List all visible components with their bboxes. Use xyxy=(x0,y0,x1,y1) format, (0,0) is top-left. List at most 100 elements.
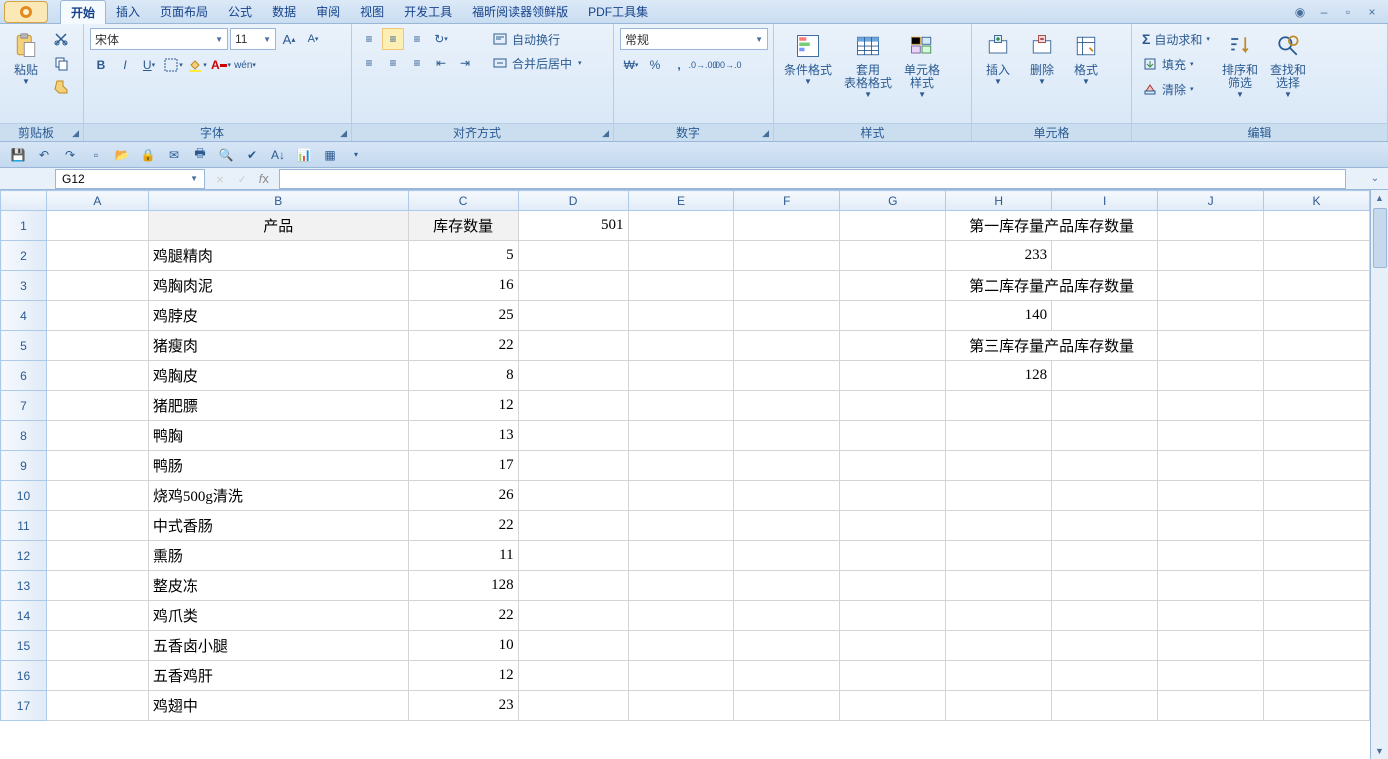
cell-B11[interactable]: 中式香肠 xyxy=(148,511,408,541)
cell-E2[interactable] xyxy=(628,241,734,271)
col-header-E[interactable]: E xyxy=(628,191,734,211)
cell-E16[interactable] xyxy=(628,661,734,691)
cell-B17[interactable]: 鸡翅中 xyxy=(148,691,408,721)
cell-F17[interactable] xyxy=(734,691,840,721)
row-header-12[interactable]: 12 xyxy=(1,541,47,571)
name-box[interactable]: G12▼ xyxy=(55,169,205,189)
cell-E11[interactable] xyxy=(628,511,734,541)
cell-grid[interactable]: ABCDEFGHIJK 1产品库存数量501第一库存量产品库存数量2鸡腿精肉52… xyxy=(0,190,1370,721)
increase-indent-icon[interactable]: ⇥ xyxy=(454,52,476,74)
cell-K16[interactable] xyxy=(1264,661,1370,691)
cell-K17[interactable] xyxy=(1264,691,1370,721)
cell-G17[interactable] xyxy=(840,691,946,721)
cell-I12[interactable] xyxy=(1052,541,1158,571)
cell-A5[interactable] xyxy=(46,331,148,361)
cell-G3[interactable] xyxy=(840,271,946,301)
cell-H7[interactable] xyxy=(946,391,1052,421)
cell-D5[interactable] xyxy=(518,331,628,361)
align-right-icon[interactable]: ≡ xyxy=(406,52,428,74)
tab-4[interactable]: 数据 xyxy=(262,0,306,24)
dialog-launcher-icon[interactable]: ◢ xyxy=(602,124,609,142)
cell-H9[interactable] xyxy=(946,451,1052,481)
cell-G8[interactable] xyxy=(840,421,946,451)
cell-I17[interactable] xyxy=(1052,691,1158,721)
comma-icon[interactable]: , xyxy=(668,54,690,76)
cell-I8[interactable] xyxy=(1052,421,1158,451)
cell-D14[interactable] xyxy=(518,601,628,631)
cell-D16[interactable] xyxy=(518,661,628,691)
cell-C12[interactable]: 11 xyxy=(408,541,518,571)
cell-E1[interactable] xyxy=(628,211,734,241)
cell-F13[interactable] xyxy=(734,571,840,601)
cell-D1[interactable]: 501 xyxy=(518,211,628,241)
cell-J12[interactable] xyxy=(1158,541,1264,571)
cell-H3[interactable]: 第二库存量产品库存数量 xyxy=(946,271,1158,301)
cell-K14[interactable] xyxy=(1264,601,1370,631)
cell-B16[interactable]: 五香鸡肝 xyxy=(148,661,408,691)
row-header-8[interactable]: 8 xyxy=(1,421,47,451)
enter-icon[interactable]: ✓ xyxy=(231,172,253,186)
cell-A7[interactable] xyxy=(46,391,148,421)
cell-G16[interactable] xyxy=(840,661,946,691)
cell-E15[interactable] xyxy=(628,631,734,661)
cell-K8[interactable] xyxy=(1264,421,1370,451)
cell-E5[interactable] xyxy=(628,331,734,361)
cell-G6[interactable] xyxy=(840,361,946,391)
align-middle-icon[interactable]: ≡ xyxy=(382,28,404,50)
cell-H8[interactable] xyxy=(946,421,1052,451)
cell-E7[interactable] xyxy=(628,391,734,421)
cell-B4[interactable]: 鸡脖皮 xyxy=(148,301,408,331)
find-select-button[interactable]: 查找和 选择▼ xyxy=(1266,28,1310,123)
decrease-decimal-icon[interactable]: .00→.0 xyxy=(716,54,738,76)
formula-input[interactable] xyxy=(279,169,1346,189)
cancel-icon[interactable]: ✕ xyxy=(209,172,231,186)
cell-C2[interactable]: 5 xyxy=(408,241,518,271)
cell-J14[interactable] xyxy=(1158,601,1264,631)
decrease-indent-icon[interactable]: ⇤ xyxy=(430,52,452,74)
cell-F15[interactable] xyxy=(734,631,840,661)
cell-C9[interactable]: 17 xyxy=(408,451,518,481)
scroll-up-icon[interactable]: ▲ xyxy=(1375,190,1384,206)
cell-C5[interactable]: 22 xyxy=(408,331,518,361)
preview-icon[interactable]: 🔍 xyxy=(216,145,236,165)
col-header-C[interactable]: C xyxy=(408,191,518,211)
cell-F7[interactable] xyxy=(734,391,840,421)
cell-C4[interactable]: 25 xyxy=(408,301,518,331)
row-header-6[interactable]: 6 xyxy=(1,361,47,391)
cell-A6[interactable] xyxy=(46,361,148,391)
cell-H13[interactable] xyxy=(946,571,1052,601)
cell-K10[interactable] xyxy=(1264,481,1370,511)
cell-J7[interactable] xyxy=(1158,391,1264,421)
cell-I14[interactable] xyxy=(1052,601,1158,631)
cell-A17[interactable] xyxy=(46,691,148,721)
dialog-launcher-icon[interactable]: ◢ xyxy=(340,124,347,142)
currency-icon[interactable]: ₩▾ xyxy=(620,54,642,76)
more-icon[interactable]: ▾ xyxy=(346,145,366,165)
cell-D12[interactable] xyxy=(518,541,628,571)
cell-E8[interactable] xyxy=(628,421,734,451)
cell-B1[interactable]: 产品 xyxy=(148,211,408,241)
cell-C3[interactable]: 16 xyxy=(408,271,518,301)
cell-B9[interactable]: 鸭肠 xyxy=(148,451,408,481)
cell-H12[interactable] xyxy=(946,541,1052,571)
cell-I9[interactable] xyxy=(1052,451,1158,481)
cell-I13[interactable] xyxy=(1052,571,1158,601)
align-top-icon[interactable]: ≡ xyxy=(358,28,380,50)
cell-D13[interactable] xyxy=(518,571,628,601)
sort-filter-button[interactable]: 排序和 筛选▼ xyxy=(1218,28,1262,123)
cell-C7[interactable]: 12 xyxy=(408,391,518,421)
tab-0[interactable]: 开始 xyxy=(60,0,106,24)
restore-icon[interactable]: ▫ xyxy=(1340,5,1356,19)
cell-F12[interactable] xyxy=(734,541,840,571)
cell-F2[interactable] xyxy=(734,241,840,271)
cell-G15[interactable] xyxy=(840,631,946,661)
cell-J15[interactable] xyxy=(1158,631,1264,661)
cell-C16[interactable]: 12 xyxy=(408,661,518,691)
cell-A8[interactable] xyxy=(46,421,148,451)
cell-F6[interactable] xyxy=(734,361,840,391)
phonetic-icon[interactable]: wén▾ xyxy=(234,54,256,76)
cell-A10[interactable] xyxy=(46,481,148,511)
cell-C14[interactable]: 22 xyxy=(408,601,518,631)
cell-F3[interactable] xyxy=(734,271,840,301)
cell-G14[interactable] xyxy=(840,601,946,631)
